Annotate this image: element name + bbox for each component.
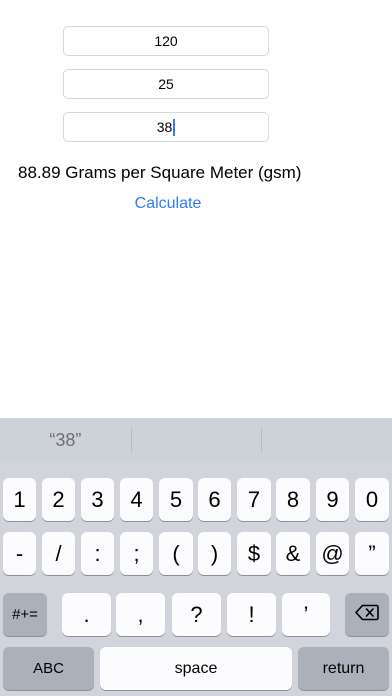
key-question[interactable]: ? [172,593,221,636]
key-9[interactable]: 9 [316,478,349,521]
abc-key[interactable]: ABC [3,647,94,690]
key-at[interactable]: @ [316,532,349,575]
key-3[interactable]: 3 [81,478,114,521]
paper-length-input[interactable]: 38 [63,112,269,142]
key-4[interactable]: 4 [120,478,153,521]
paper-width-value: 25 [158,76,174,92]
key-1[interactable]: 1 [3,478,36,521]
numeric-keyboard: “38” 1 2 3 4 5 6 7 8 9 0 - / : ; ( ) $ & [0,418,392,696]
key-semicolon[interactable]: ; [120,532,153,575]
key-5[interactable]: 5 [159,478,193,521]
key-open-paren[interactable]: ( [159,532,193,575]
gsm-calculator-screen: 120 25 38 88.89 Grams per Square Meter (… [0,0,392,696]
suggestion-2[interactable] [130,418,262,462]
key-ampersand[interactable]: & [276,532,310,575]
paper-weight-input[interactable]: 120 [63,26,269,56]
calculate-button[interactable]: Calculate [0,195,336,213]
paper-weight-value: 120 [154,33,178,49]
key-6[interactable]: 6 [198,478,231,521]
suggestion-1[interactable]: “38” [0,418,131,462]
backspace-icon [355,604,379,625]
text-cursor [173,118,176,136]
key-2[interactable]: 2 [42,478,75,521]
key-comma[interactable]: , [116,593,165,636]
key-colon[interactable]: : [81,532,114,575]
key-exclamation[interactable]: ! [227,593,276,636]
paper-length-value: 38 [156,119,173,135]
result-label: 88.89 Grams per Square Meter (gsm) [18,163,302,182]
suggestion-bar: “38” [0,418,392,462]
key-hyphen[interactable]: - [3,532,36,575]
key-8[interactable]: 8 [276,478,310,521]
key-slash[interactable]: / [42,532,75,575]
key-0[interactable]: 0 [355,478,389,521]
backspace-key[interactable] [345,593,389,636]
key-close-paren[interactable]: ) [198,532,231,575]
key-dollar[interactable]: $ [237,532,271,575]
key-period[interactable]: . [62,593,111,636]
space-key[interactable]: space [100,647,292,690]
return-key[interactable]: return [298,647,389,690]
suggestion-3[interactable] [261,418,392,462]
key-7[interactable]: 7 [237,478,271,521]
paper-width-input[interactable]: 25 [63,69,269,99]
key-apostrophe[interactable]: ’ [282,593,330,636]
key-quote[interactable]: ” [355,532,389,575]
symbols-mode-key[interactable]: #+= [3,593,47,636]
